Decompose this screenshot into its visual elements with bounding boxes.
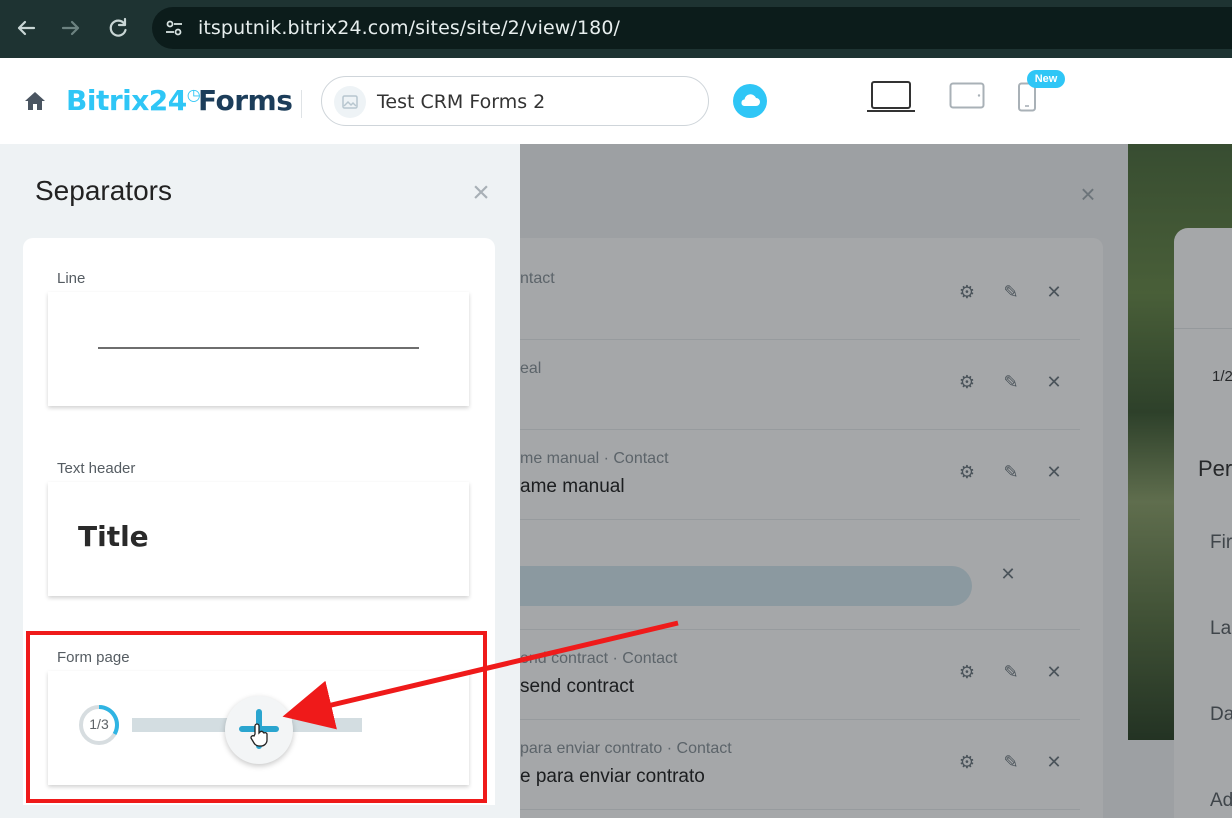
new-badge: New xyxy=(1027,70,1065,88)
form-name: Test CRM Forms 2 xyxy=(377,91,546,113)
title-sample: Title xyxy=(78,520,149,553)
highlight-box xyxy=(26,631,487,803)
browser-toolbar: itsputnik.bitrix24.com/sites/site/2/view… xyxy=(0,0,1232,58)
form-selector[interactable]: Test CRM Forms 2 xyxy=(321,76,709,126)
address-bar[interactable]: itsputnik.bitrix24.com/sites/site/2/view… xyxy=(152,7,1232,49)
tablet-icon[interactable] xyxy=(949,82,985,115)
separator-line[interactable] xyxy=(48,292,469,406)
cloud-icon[interactable] xyxy=(733,84,767,118)
panel-title: Separators xyxy=(35,175,172,206)
line-sample xyxy=(98,347,419,349)
laptop-icon[interactable] xyxy=(866,80,916,119)
reload-icon[interactable] xyxy=(104,14,132,42)
separator-label-line: Line xyxy=(57,270,86,287)
forward-icon[interactable] xyxy=(57,14,85,42)
logo-product: Forms xyxy=(198,84,293,117)
dim-overlay[interactable] xyxy=(520,144,1232,818)
logo[interactable]: Bitrix24◷ xyxy=(66,84,201,117)
logo-brand: Bitrix24 xyxy=(66,84,187,117)
back-icon[interactable] xyxy=(12,14,40,42)
panel-bottom xyxy=(0,805,520,818)
header-divider xyxy=(301,90,302,118)
tune-icon[interactable] xyxy=(164,18,184,38)
separator-label-text-header: Text header xyxy=(57,460,136,477)
close-icon[interactable]: × xyxy=(468,178,494,208)
app-header: Bitrix24◷ Forms Test CRM Forms 2 New xyxy=(0,58,1212,144)
url-text: itsputnik.bitrix24.com/sites/site/2/view… xyxy=(198,17,621,39)
home-icon[interactable] xyxy=(24,91,46,111)
separator-text-header[interactable]: Title xyxy=(48,482,469,596)
image-icon xyxy=(334,86,366,118)
